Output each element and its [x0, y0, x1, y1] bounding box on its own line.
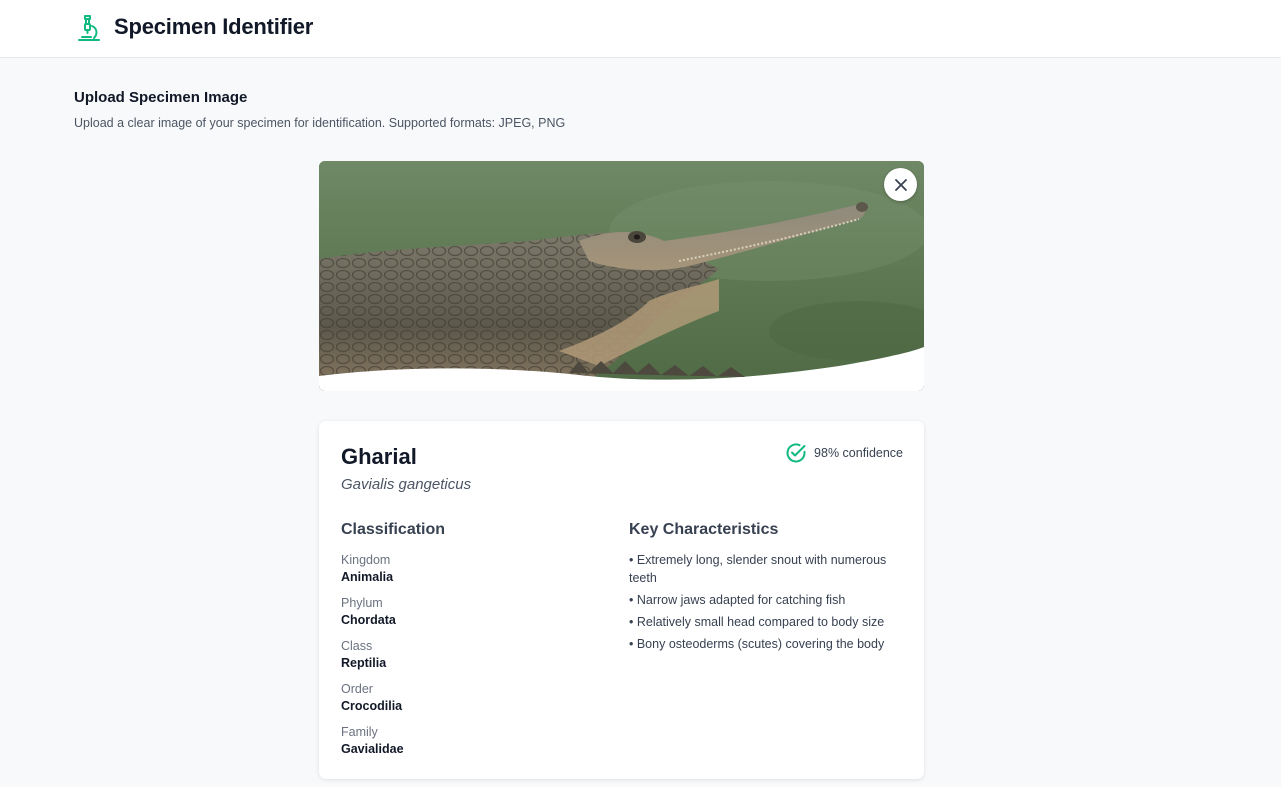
classification-list: Kingdom Animalia Phylum Chordata Class R…: [341, 552, 404, 767]
classification-label: Family: [341, 725, 378, 739]
specimen-image-preview: [319, 161, 924, 391]
confidence-badge: 98% confidence: [785, 442, 903, 464]
characteristics-heading: Key Characteristics: [629, 521, 779, 538]
characteristics-list: • Extremely long, slender snout with num…: [629, 551, 904, 657]
classification-item: Order Crocodilia: [341, 681, 404, 724]
confidence-label: 98% confidence: [814, 446, 903, 460]
characteristic-item: • Extremely long, slender snout with num…: [629, 553, 887, 585]
classification-item: Phylum Chordata: [341, 595, 404, 638]
classification-value: Gavialidae: [341, 742, 404, 756]
close-icon: [894, 178, 907, 191]
classification-item: Family Gavialidae: [341, 724, 404, 767]
upload-section-title: Upload Specimen Image: [74, 89, 248, 106]
characteristic-item: • Relatively small head compared to body…: [629, 615, 885, 629]
classification-item: Kingdom Animalia: [341, 552, 404, 595]
classification-value: Reptilia: [341, 656, 387, 670]
classification-label: Order: [341, 682, 373, 696]
upload-section-description: Upload a clear image of your specimen fo…: [74, 116, 566, 130]
remove-image-button[interactable]: [884, 168, 917, 201]
classification-value: Crocodilia: [341, 699, 403, 713]
classification-value: Animalia: [341, 570, 394, 584]
classification-label: Kingdom: [341, 553, 391, 567]
species-scientific-name: Gavialis gangeticus: [341, 476, 472, 493]
specimen-photo: [319, 161, 924, 391]
classification-item: Class Reptilia: [341, 638, 404, 681]
characteristic-item: • Narrow jaws adapted for catching fish: [629, 593, 846, 607]
microscope-icon: [78, 15, 100, 41]
classification-label: Phylum: [341, 596, 383, 610]
top-bar: Specimen Identifier: [0, 0, 1281, 58]
classification-label: Class: [341, 639, 373, 653]
classification-value: Chordata: [341, 613, 396, 627]
identification-result-card: Gharial Gavialis gangeticus 98% confiden…: [319, 421, 924, 779]
characteristic-item: • Bony osteoderms (scutes) covering the …: [629, 637, 885, 651]
app-title: Specimen Identifier: [114, 14, 314, 39]
species-common-name: Gharial: [341, 444, 417, 469]
classification-heading: Classification: [341, 521, 446, 538]
check-circle-icon: [786, 443, 806, 463]
